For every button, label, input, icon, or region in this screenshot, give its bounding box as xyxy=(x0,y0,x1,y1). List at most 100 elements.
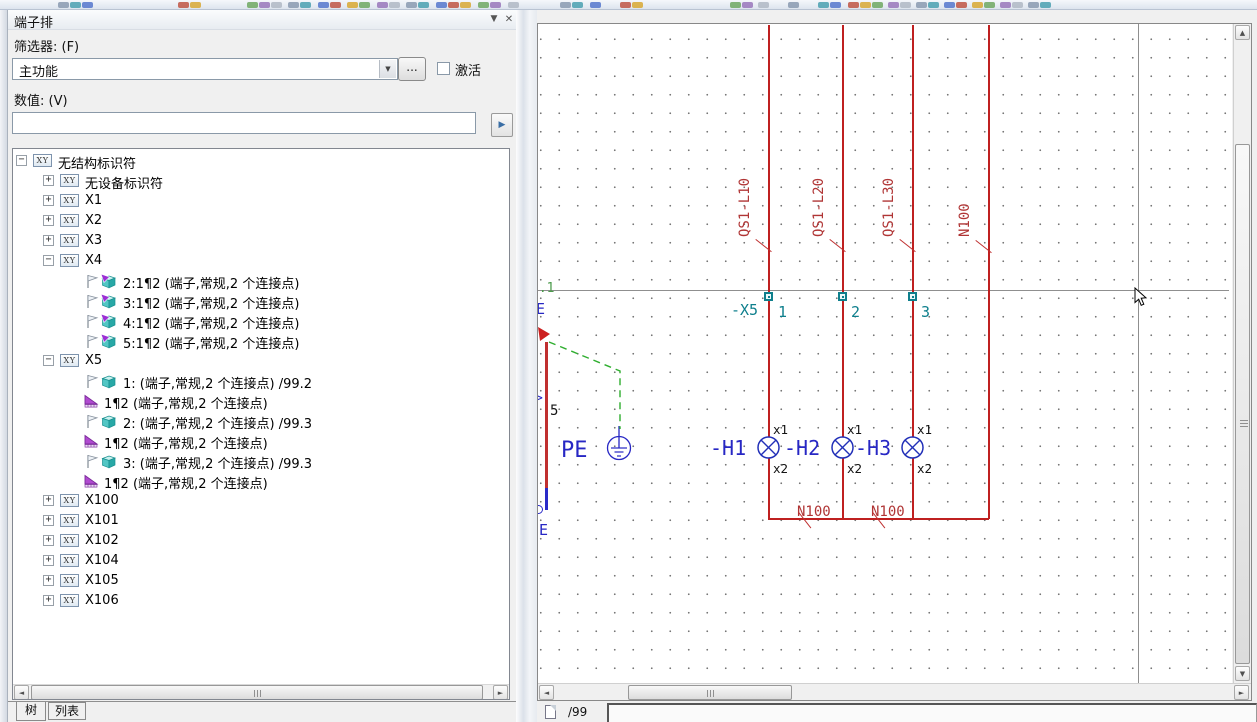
toolbar-icon-fragment[interactable] xyxy=(178,2,189,8)
canvas-h-scroll-thumb[interactable] xyxy=(628,685,792,700)
lamp-symbol[interactable] xyxy=(899,434,926,461)
tree-item[interactable]: 1¶2 (端子,常规,2 个连接点) xyxy=(13,391,509,411)
toolbar-icon-fragment[interactable] xyxy=(271,2,282,8)
terminal-tree[interactable]: −XY无结构标识符+XY无设备标识符+XYX1+XYX2+XYX3−XYX42:… xyxy=(12,148,510,700)
tree-item[interactable]: 1¶2 (端子,常规,2 个连接点) xyxy=(13,431,509,451)
expand-icon[interactable]: + xyxy=(43,555,54,566)
panel-menu-icon[interactable]: ▼ xyxy=(487,13,501,27)
tree-item[interactable]: −XYX4 xyxy=(13,251,509,271)
toolbar-icon-fragment[interactable] xyxy=(620,2,631,8)
toolbar-icon-fragment[interactable] xyxy=(82,2,93,8)
tree-item-label[interactable]: X105 xyxy=(85,573,119,588)
tree-item-label[interactable]: 无设备标识符 xyxy=(85,173,163,192)
toolbar-icon-fragment[interactable] xyxy=(1000,2,1011,8)
wire-label[interactable]: QS1-L30 xyxy=(881,178,897,237)
terminal-number[interactable]: 3 xyxy=(921,303,930,321)
terminal-point[interactable] xyxy=(908,292,917,301)
wire-n[interactable] xyxy=(988,25,990,519)
tree-item-label[interactable]: X5 xyxy=(85,353,102,368)
pe-dashed-wire[interactable] xyxy=(538,324,638,444)
toolbar-icon-fragment[interactable] xyxy=(956,2,967,8)
tree-item[interactable]: 2: (端子,常规,2 个连接点) /99.3 xyxy=(13,411,509,431)
toolbar-icon-fragment[interactable] xyxy=(860,2,871,8)
tree-item[interactable]: −XY无结构标识符 xyxy=(13,151,509,171)
expand-icon[interactable]: + xyxy=(43,175,54,186)
tree-item[interactable]: +XYX101 xyxy=(13,511,509,531)
tree-item[interactable]: 5:1¶2 (端子,常规,2 个连接点) xyxy=(13,331,509,351)
value-input[interactable] xyxy=(12,112,476,134)
toolbar-icon-fragment[interactable] xyxy=(900,2,911,8)
sheet-tab-strip[interactable] xyxy=(607,703,1257,722)
canvas-v-scroll-thumb[interactable] xyxy=(1235,144,1250,664)
scroll-right-icon[interactable]: ► xyxy=(493,685,508,700)
tree-h-scroll-thumb[interactable] xyxy=(31,685,483,700)
scroll-left-icon[interactable]: ◄ xyxy=(14,685,29,700)
toolbar-icon-fragment[interactable] xyxy=(916,2,927,8)
terminal-point[interactable] xyxy=(838,292,847,301)
collapse-icon[interactable]: − xyxy=(43,355,54,366)
toolbar-icon-fragment[interactable] xyxy=(944,2,955,8)
toolbar-icon-fragment[interactable] xyxy=(359,2,370,8)
toolbar-icon-fragment[interactable] xyxy=(730,2,741,8)
tree-item-label[interactable]: 1: (端子,常规,2 个连接点) /99.2 xyxy=(123,373,312,392)
tree-item-label[interactable]: 1¶2 (端子,常规,2 个连接点) xyxy=(104,473,268,492)
expand-icon[interactable]: + xyxy=(43,195,54,206)
filter-browse-button[interactable]: ... xyxy=(398,57,426,81)
toolbar-icon-fragment[interactable] xyxy=(288,2,299,8)
tree-item[interactable]: +XYX100 xyxy=(13,491,509,511)
toolbar-icon-fragment[interactable] xyxy=(872,2,883,8)
tree-item-label[interactable]: 2:1¶2 (端子,常规,2 个连接点) xyxy=(123,273,299,292)
toolbar-icon-fragment[interactable] xyxy=(58,2,69,8)
toolbar-icon-fragment[interactable] xyxy=(247,2,258,8)
tree-item-label[interactable]: X101 xyxy=(85,513,119,528)
lamp-label[interactable]: -H1 xyxy=(710,436,746,460)
toolbar-icon-fragment[interactable] xyxy=(448,2,459,8)
tree-item[interactable]: +XYX106 xyxy=(13,591,509,611)
toolbar-icon-fragment[interactable] xyxy=(848,2,859,8)
wire-label[interactable]: QS1-L20 xyxy=(811,178,827,237)
tree-item[interactable]: +XYX2 xyxy=(13,211,509,231)
tree-item-label[interactable]: X100 xyxy=(85,493,119,508)
toolbar-icon-fragment[interactable] xyxy=(590,2,601,8)
active-checkbox[interactable] xyxy=(437,62,450,75)
scroll-up-icon[interactable]: ▲ xyxy=(1235,25,1250,40)
toolbar-icon-fragment[interactable] xyxy=(788,2,799,8)
toolbar-icon-fragment[interactable] xyxy=(478,2,489,8)
tab-tree[interactable]: 树 xyxy=(16,702,46,721)
tree-item[interactable]: +XY无设备标识符 xyxy=(13,171,509,191)
scroll-left-icon[interactable]: ◄ xyxy=(539,685,554,700)
tree-item[interactable]: 1¶2 (端子,常规,2 个连接点) xyxy=(13,471,509,491)
toolbar-icon-fragment[interactable] xyxy=(984,2,995,8)
tree-item-label[interactable]: X106 xyxy=(85,593,119,608)
toolbar-icon-fragment[interactable] xyxy=(190,2,201,8)
expand-icon[interactable]: + xyxy=(43,575,54,586)
expand-icon[interactable]: + xyxy=(43,535,54,546)
toolbar-icon-fragment[interactable] xyxy=(389,2,400,8)
toolbar-icon-fragment[interactable] xyxy=(572,2,583,8)
scroll-down-icon[interactable]: ▼ xyxy=(1235,666,1250,681)
tree-item-label[interactable]: 3:1¶2 (端子,常规,2 个连接点) xyxy=(123,293,299,312)
panel-splitter[interactable] xyxy=(516,10,537,722)
expand-icon[interactable]: + xyxy=(43,515,54,526)
wire-label[interactable]: N100 xyxy=(957,203,973,237)
tree-item[interactable]: 3: (端子,常规,2 个连接点) /99.3 xyxy=(13,451,509,471)
tree-item-label[interactable]: X3 xyxy=(85,233,102,248)
tree-item-label[interactable]: 5:1¶2 (端子,常规,2 个连接点) xyxy=(123,333,299,352)
toolbar-icon-fragment[interactable] xyxy=(377,2,388,8)
schematic-canvas[interactable]: QS1-L10 QS1-L20 QS1-L30 N100 -X5 1 2 3 -… xyxy=(538,24,1232,683)
expand-icon[interactable]: + xyxy=(43,235,54,246)
tab-list[interactable]: 列表 xyxy=(48,702,86,720)
tree-item-label[interactable]: X1 xyxy=(85,193,102,208)
tree-item-label[interactable]: 3: (端子,常规,2 个连接点) /99.3 xyxy=(123,453,312,472)
lamp-label[interactable]: -H3 xyxy=(855,436,891,460)
tree-item[interactable]: −XYX5 xyxy=(13,351,509,371)
toolbar-icon-fragment[interactable] xyxy=(508,2,519,8)
terminal-number[interactable]: 2 xyxy=(851,303,860,321)
tree-item[interactable]: 1: (端子,常规,2 个连接点) /99.2 xyxy=(13,371,509,391)
tree-item-label[interactable]: 1¶2 (端子,常规,2 个连接点) xyxy=(104,393,268,412)
tree-item[interactable]: +XYX105 xyxy=(13,571,509,591)
canvas-v-scrollbar[interactable]: ▲ ▼ xyxy=(1233,24,1251,683)
tree-item-label[interactable]: X4 xyxy=(85,253,102,268)
toolbar-icon-fragment[interactable] xyxy=(460,2,471,8)
tree-item[interactable]: 3:1¶2 (端子,常规,2 个连接点) xyxy=(13,291,509,311)
